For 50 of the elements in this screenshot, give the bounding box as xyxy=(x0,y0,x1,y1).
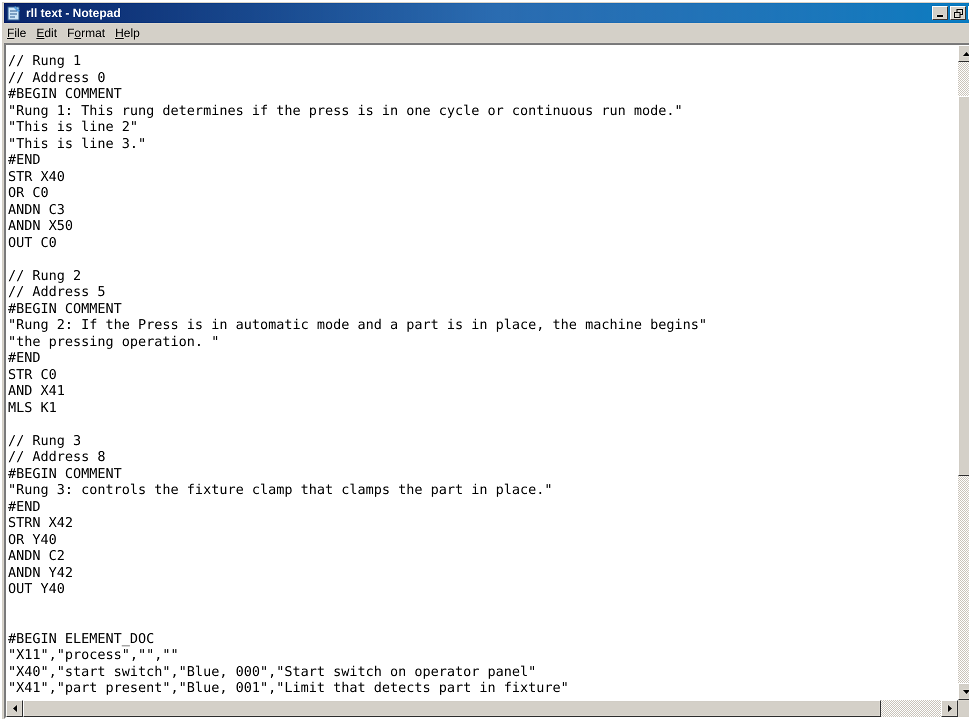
code-line: AND X41 xyxy=(8,383,65,400)
code-line: "This is line 3." xyxy=(8,136,146,152)
code-line: "Rung 2: If the Press is in automatic mode and a part is in place, the machine begins" xyxy=(8,317,707,334)
menu-item[interactable]: Help xyxy=(115,24,140,42)
code-line: // Address 0 xyxy=(8,70,106,86)
down-arrow-icon xyxy=(963,690,969,694)
code-line: ANDN C2 xyxy=(8,548,65,564)
scroll-right-button[interactable] xyxy=(941,700,958,717)
code-line: STRN X42 xyxy=(8,515,74,532)
code-line: "Rung 1: This rung determines if the press is in one cycle or continuous run mode." xyxy=(8,102,683,119)
code-line: #BEGIN ELEMENT_DOC xyxy=(8,630,154,647)
code-line: #END xyxy=(8,350,41,366)
code-line: "This is line 2" xyxy=(8,119,138,136)
code-line: OUT Y40 xyxy=(8,581,65,598)
code-line: STR C0 xyxy=(8,366,57,383)
code-line: ANDN X50 xyxy=(8,218,74,234)
code-line: #BEGIN COMMENT xyxy=(8,466,122,482)
window-title: rll text - Notepad xyxy=(26,5,121,22)
up-arrow-icon xyxy=(963,52,969,56)
code-line: #BEGIN COMMENT xyxy=(8,86,122,102)
notepad-icon xyxy=(6,5,22,21)
minimize-button[interactable] xyxy=(932,6,948,20)
code-line: "the pressing operation. " xyxy=(8,334,220,350)
scroll-left-button[interactable] xyxy=(6,700,23,717)
code-line: OUT C0 xyxy=(8,234,57,251)
code-line: STR X40 xyxy=(8,168,65,185)
code-line: // Address 8 xyxy=(8,449,106,466)
left-arrow-icon xyxy=(12,705,16,712)
code-line: #END xyxy=(8,152,41,168)
code-line: // Rung 1 xyxy=(8,53,82,70)
code-line: MLS K1 xyxy=(8,400,57,416)
restore-icon xyxy=(954,8,962,18)
code-line: "X40","start switch","Blue, 000","Start switch on operator panel" xyxy=(8,664,536,680)
code-line: #END xyxy=(8,498,41,515)
code-line: "X41","part present","Blue, 001","Limit that detects part in fixture" xyxy=(8,680,569,696)
code-line: OR C0 xyxy=(8,185,49,202)
right-arrow-icon xyxy=(948,705,952,712)
code-line: // Rung 3 xyxy=(8,432,82,449)
menu-item[interactable]: Edit xyxy=(36,24,58,42)
menu-item[interactable]: File xyxy=(7,24,26,42)
menu-item[interactable]: Format xyxy=(67,24,106,42)
restore-button[interactable] xyxy=(950,6,966,20)
code-line: ANDN C3 xyxy=(8,202,65,218)
code-line: // Address 5 xyxy=(8,284,106,300)
code-line: "X11","process","","" xyxy=(8,647,179,664)
code-line: OR Y40 xyxy=(8,532,57,548)
code-line: // Rung 2 xyxy=(8,268,82,284)
code-line: ANDN Y42 xyxy=(8,564,74,581)
code-line: #BEGIN COMMENT xyxy=(8,300,122,317)
code-line: "Rung 3: controls the fixture clamp that clamps the part in place." xyxy=(8,482,553,498)
